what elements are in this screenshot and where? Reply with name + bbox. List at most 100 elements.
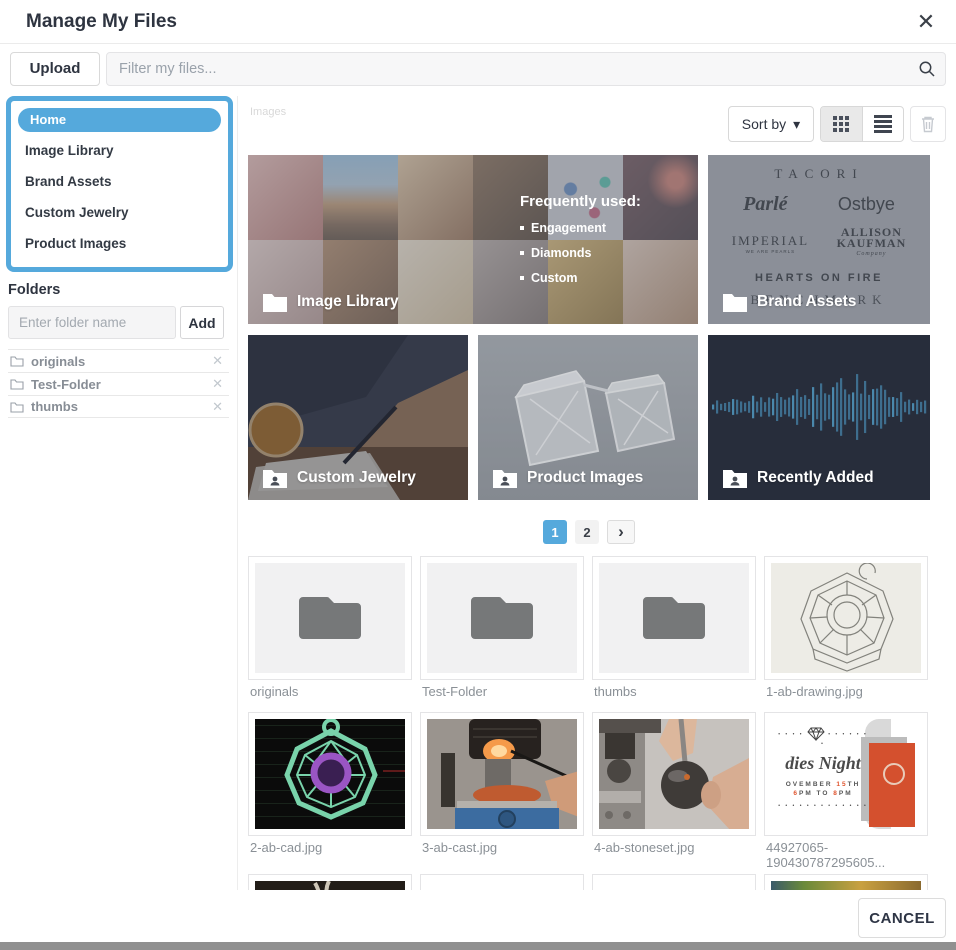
featured-tile-image-library[interactable]: Frequently used: Engagement Diamonds Cus… [248, 155, 698, 324]
folder-row[interactable]: thumbs ✕ [8, 395, 229, 418]
folder-outline-icon [10, 355, 24, 367]
file-label: 1-ab-drawing.jpg [766, 684, 936, 699]
search-icon [918, 60, 936, 78]
sort-by-button[interactable]: Sort by ▾ [728, 106, 814, 142]
file-label: originals [250, 684, 420, 699]
file-tile-stoneset[interactable] [592, 712, 756, 836]
ladies-night-flyer-thumbnail: • • • • • • • • • • • dies Night OVEMBER… [771, 719, 921, 829]
file-tile-thumbs[interactable] [592, 556, 756, 680]
sidebar-item-custom-jewelry[interactable]: Custom Jewelry [11, 196, 228, 227]
featured-tile-label: Custom Jewelry [297, 469, 416, 487]
folder-icon [463, 589, 541, 647]
frequently-used-item[interactable]: Engagement [531, 221, 606, 235]
folder-row-label: originals [31, 354, 85, 369]
remove-folder-icon[interactable]: ✕ [212, 353, 223, 369]
filter-field-wrap [106, 52, 946, 86]
bullet-icon [520, 251, 524, 255]
bullet-icon [520, 226, 524, 230]
featured-tile-product-images[interactable]: Product Images [478, 335, 698, 500]
next-page-button[interactable]: › [607, 520, 635, 544]
sidebar-item-image-library[interactable]: Image Library [11, 134, 228, 165]
bottom-bar [0, 942, 956, 950]
folders-heading: Folders [8, 282, 60, 298]
dialog-header: Manage My Files ✕ [0, 0, 956, 44]
grid-view-button[interactable] [821, 107, 862, 141]
folder-name-input[interactable] [8, 306, 176, 339]
sidebar-item-product-images[interactable]: Product Images [11, 227, 228, 258]
flyer-title: dies Night [777, 753, 869, 774]
chevron-down-icon: ▾ [793, 116, 800, 133]
shared-folder-icon [722, 468, 748, 488]
folder-icon [722, 292, 748, 312]
featured-tile-label: Recently Added [757, 469, 874, 487]
featured-tile-label: Image Library [297, 293, 399, 311]
featured-tile-brand-assets[interactable]: TACORI Parlé Ostbye IMPERIALWE ARE PEARL… [708, 155, 930, 324]
frequently-used-title: Frequently used: [520, 193, 641, 210]
view-toggle [820, 106, 904, 142]
trash-icon [920, 115, 936, 133]
file-label: 2-ab-cad.jpg [250, 840, 420, 855]
add-folder-button[interactable]: Add [180, 306, 224, 339]
file-tile-cad[interactable] [248, 712, 412, 836]
remove-folder-icon[interactable]: ✕ [212, 399, 223, 415]
featured-tile-label: Product Images [527, 469, 643, 487]
cancel-button[interactable]: CANCEL [858, 898, 946, 938]
folder-row[interactable]: Test-Folder ✕ [8, 372, 229, 395]
file-label: 4-ab-stoneset.jpg [594, 840, 764, 855]
shared-folder-icon [262, 468, 288, 488]
featured-tile-label: Brand Assets [757, 293, 856, 311]
bullet-icon [520, 276, 524, 280]
chevron-right-icon: › [618, 522, 624, 542]
brand-logo-parle: Parlé [743, 193, 787, 216]
pagination: 1 2 › [248, 520, 930, 544]
sidebar-nav: Home Image Library Brand Assets Custom J… [6, 96, 233, 272]
list-view-button[interactable] [862, 107, 904, 141]
page-button-1[interactable]: 1 [543, 520, 567, 544]
brand-logo-tacori: TACORI [708, 166, 930, 182]
page-button-2[interactable]: 2 [575, 520, 599, 544]
manage-files-dialog: Manage My Files ✕ Upload Home Image Libr… [0, 0, 956, 950]
dialog-title: Manage My Files [26, 0, 177, 44]
sidebar-divider [237, 96, 238, 890]
folder-icon [291, 589, 369, 647]
folder-outline-icon [10, 378, 24, 390]
file-tile-cast[interactable] [420, 712, 584, 836]
frequently-used-block: Frequently used: Engagement Diamonds Cus… [520, 193, 641, 285]
file-label: 44927065-190430787295605... [766, 840, 936, 870]
folder-outline-icon [10, 401, 24, 413]
brand-logo-hearts-on-fire: HEARTS ON FIRE [708, 272, 930, 284]
diamond-icon [807, 727, 825, 741]
delete-button[interactable] [910, 106, 946, 142]
folder-row-label: Test-Folder [31, 377, 101, 392]
upload-button[interactable]: Upload [10, 52, 100, 86]
close-icon[interactable]: ✕ [910, 6, 942, 38]
section-label: Images [250, 106, 286, 118]
frequently-used-item[interactable]: Diamonds [531, 246, 591, 260]
featured-tile-recently-added[interactable]: Recently Added [708, 335, 930, 500]
file-tile-drawing[interactable] [764, 556, 928, 680]
list-icon [874, 113, 892, 135]
sidebar-item-home[interactable]: Home [18, 108, 221, 132]
sort-by-label: Sort by [742, 116, 786, 132]
file-tile-flyer[interactable]: • • • • • • • • • • • dies Night OVEMBER… [764, 712, 928, 836]
file-label: 3-ab-cast.jpg [422, 840, 592, 855]
brand-logo-ostbye: Ostbye [838, 194, 895, 215]
remove-folder-icon[interactable]: ✕ [212, 376, 223, 392]
featured-tile-custom-jewelry[interactable]: Custom Jewelry [248, 335, 468, 500]
file-tile-originals[interactable] [248, 556, 412, 680]
brand-logo-allison-kaufman: ALLISONKAUFMANCompany [837, 227, 907, 260]
frequently-used-item[interactable]: Custom [531, 271, 578, 285]
file-label: Test-Folder [422, 684, 592, 699]
folder-row[interactable]: originals ✕ [8, 349, 229, 372]
cad-render-thumbnail [255, 719, 405, 829]
sidebar-item-brand-assets[interactable]: Brand Assets [11, 165, 228, 196]
casting-photo-thumbnail [427, 719, 577, 829]
dialog-footer: CANCEL [0, 890, 956, 942]
file-tile-test-folder[interactable] [420, 556, 584, 680]
folder-icon [262, 292, 288, 312]
filter-input[interactable] [106, 52, 946, 86]
file-label: thumbs [594, 684, 764, 699]
pendant-drawing-thumbnail [771, 563, 921, 673]
shared-folder-icon [492, 468, 518, 488]
grid-icon [833, 116, 849, 132]
